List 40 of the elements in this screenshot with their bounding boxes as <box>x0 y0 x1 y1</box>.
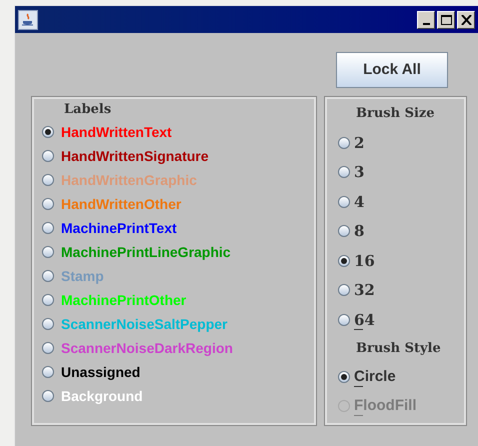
close-button[interactable] <box>457 10 475 28</box>
size-option[interactable]: 3 <box>354 161 364 184</box>
radio-button[interactable] <box>42 390 54 402</box>
radio-button[interactable] <box>42 246 54 258</box>
size-option[interactable]: 4 <box>354 190 364 213</box>
radio-button[interactable] <box>42 198 54 210</box>
lock-all-button[interactable]: Lock All <box>336 52 448 88</box>
java-cup-icon <box>18 10 38 30</box>
radio-button[interactable] <box>338 284 350 296</box>
radio-button[interactable] <box>338 196 350 208</box>
size-option[interactable]: 16 <box>354 250 375 272</box>
radio-button[interactable] <box>338 314 350 326</box>
panel-title: Brush Size <box>355 104 436 123</box>
label-option[interactable]: Unassigned <box>61 362 140 382</box>
radio-button[interactable] <box>42 222 54 234</box>
style-option[interactable]: Circle <box>354 366 396 388</box>
radio-button[interactable] <box>338 166 350 178</box>
size-option[interactable]: 32 <box>354 279 375 302</box>
radio-button[interactable] <box>338 136 350 149</box>
size-option[interactable]: 2 <box>354 132 364 154</box>
maximize-button[interactable] <box>437 10 455 28</box>
radio-button[interactable] <box>338 225 350 238</box>
radio-button[interactable] <box>42 342 54 354</box>
panel-title: Labels <box>63 100 112 119</box>
radio-button[interactable] <box>42 366 54 378</box>
radio-button[interactable] <box>42 318 54 330</box>
panel-title: Brush Style <box>355 340 442 358</box>
radio-button[interactable] <box>338 254 350 267</box>
radio-button[interactable] <box>42 126 54 138</box>
radio-button[interactable] <box>42 150 54 162</box>
radio-button[interactable] <box>42 174 54 186</box>
radio-button[interactable] <box>42 294 54 306</box>
label-option[interactable]: MachinePrintText <box>61 218 177 238</box>
size-option[interactable]: 8 <box>354 220 364 242</box>
label-option[interactable]: HandWrittenSignature <box>61 146 209 166</box>
size-option[interactable]: 64 <box>354 308 375 331</box>
radio-button[interactable] <box>42 270 54 282</box>
close-icon <box>460 14 472 24</box>
radio-button[interactable] <box>338 371 350 383</box>
minimize-button[interactable] <box>417 10 435 28</box>
